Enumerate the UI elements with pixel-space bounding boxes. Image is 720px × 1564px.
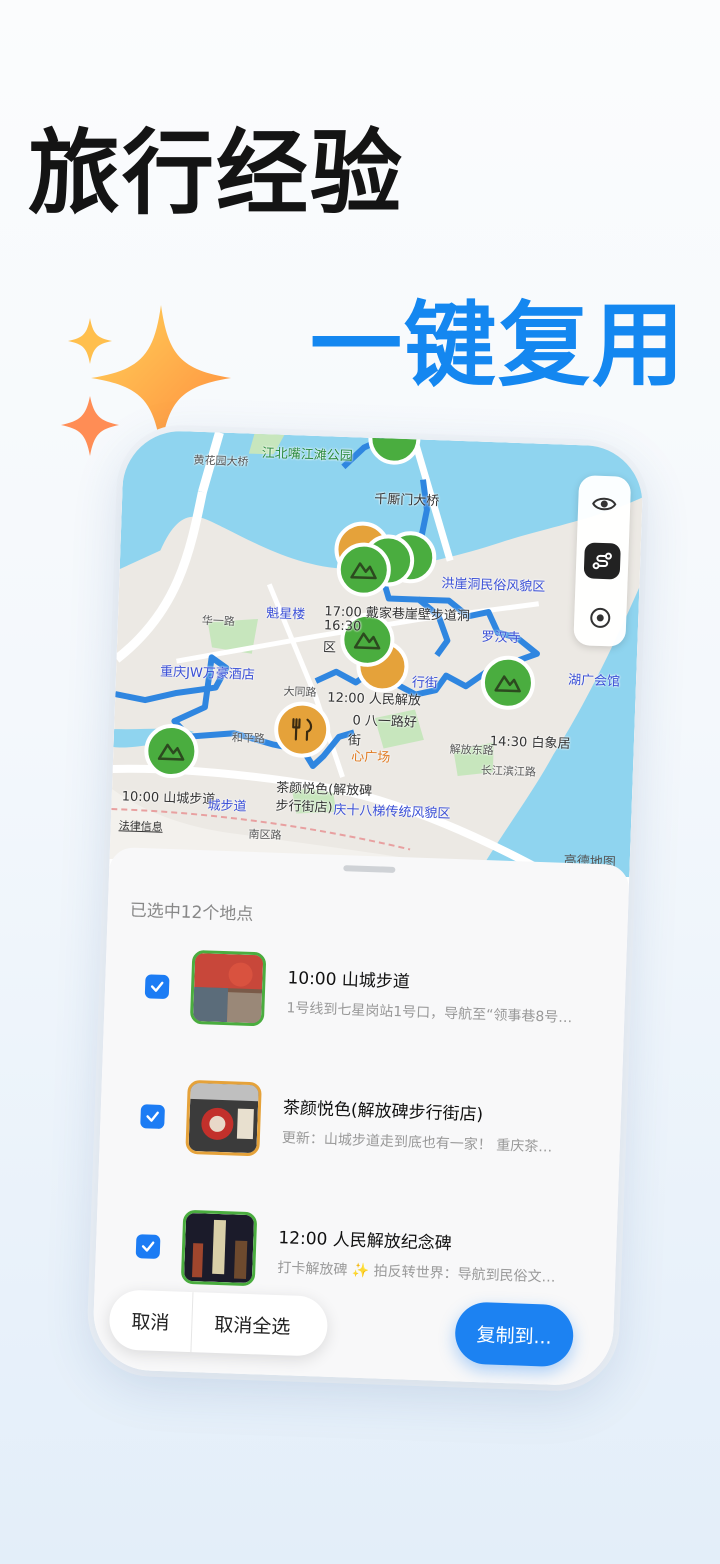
- sheet-handle[interactable]: [343, 865, 396, 873]
- item-subtitle: 更新：山城步道走到底也有一家！ 重庆茶…: [281, 1130, 553, 1156]
- map-view[interactable]: 江北嘴江滩公园 千厮门大桥 洪崖洞民俗风貌区 魁星楼 17:00 戴家巷崖壁步道…: [109, 429, 645, 878]
- map-label: 大同路: [283, 684, 317, 700]
- item-subtitle: 打卡解放碑 ✨ 拍反转世界：导航到民俗文…: [277, 1260, 556, 1286]
- headline-subtitle: 一键复用: [310, 292, 687, 399]
- map-label: 步行街店): [275, 798, 333, 816]
- item-title: 12:00 人民解放纪念碑: [278, 1228, 453, 1255]
- scenic-marker: [144, 724, 199, 779]
- checkbox[interactable]: [135, 1234, 161, 1259]
- item-title: 茶颜悦色(解放碑步行街店): [282, 1098, 484, 1126]
- checkbox[interactable]: [140, 1104, 165, 1130]
- map-label: 华一路: [201, 614, 236, 629]
- map-label: 重庆JW万豪酒店: [159, 664, 256, 683]
- place-thumbnail: [189, 949, 267, 1027]
- map-label: 解放东路: [449, 742, 494, 758]
- legal-info-link[interactable]: 法律信息: [118, 817, 163, 835]
- locate-icon[interactable]: [582, 599, 619, 636]
- action-group: 取消 取消全选: [108, 1289, 329, 1357]
- map-controls: [573, 475, 632, 647]
- map-label: 黄花园大桥: [193, 453, 249, 469]
- map-label: 12:00 人民解放: [327, 690, 422, 709]
- scenic-marker: [336, 542, 391, 597]
- list-item[interactable]: 10:00 山城步道 1号线到七星岗站1号口，导航至“领事巷8号…: [131, 944, 604, 1050]
- map-label: 区: [322, 640, 337, 656]
- place-thumbnail: [185, 1079, 262, 1157]
- cancel-button[interactable]: 取消: [109, 1306, 192, 1336]
- eye-icon[interactable]: [586, 486, 623, 523]
- map-label: 洪崖洞民俗风貌区: [441, 576, 546, 595]
- map-label: 南区路: [248, 827, 282, 842]
- map-label: 长江滨江路: [480, 763, 537, 779]
- map-label: 14:30 白象居: [489, 734, 571, 752]
- checkbox[interactable]: [144, 974, 170, 1000]
- deselect-all-button[interactable]: 取消全选: [192, 1309, 313, 1340]
- map-label: 湖广会馆: [567, 672, 621, 690]
- copy-to-button[interactable]: 复制到...: [454, 1301, 575, 1368]
- phone-mockup: 江北嘴江滩公园 千厮门大桥 洪崖洞民俗风貌区 魁星楼 17:00 戴家巷崖壁步道…: [91, 429, 645, 1387]
- item-subtitle: 1号线到七星岗站1号口，导航至“领事巷8号…: [286, 1000, 573, 1027]
- map-label: 和平路: [231, 731, 266, 746]
- map-label: 千厮门大桥: [373, 491, 440, 510]
- headline-title: 旅行经验: [28, 120, 405, 227]
- map-label: 0 八一路好: [352, 713, 418, 731]
- place-thumbnail: [180, 1209, 258, 1287]
- item-title: 10:00 山城步道: [287, 968, 411, 993]
- food-marker: [274, 701, 331, 758]
- map-label: 10:00 山城步道: [121, 789, 216, 808]
- map-label: 16:30: [323, 618, 362, 635]
- scenic-marker: [480, 655, 535, 710]
- map-label: 行街: [411, 675, 439, 692]
- selection-count: 已选中12个地点: [129, 900, 254, 925]
- map-label: 城步道: [207, 798, 247, 815]
- map-label: 心广场: [351, 749, 391, 766]
- route-icon[interactable]: [583, 542, 621, 580]
- list-item[interactable]: 茶颜悦色(解放碑步行街店) 更新：山城步道走到底也有一家！ 重庆茶…: [127, 1074, 600, 1180]
- map-label: 庆十八梯传统风貌区: [333, 802, 451, 822]
- map-label: 魁星楼: [265, 606, 306, 623]
- map-label: 罗汉寺: [481, 629, 521, 647]
- map-label: 江北嘴江滩公园: [261, 446, 354, 465]
